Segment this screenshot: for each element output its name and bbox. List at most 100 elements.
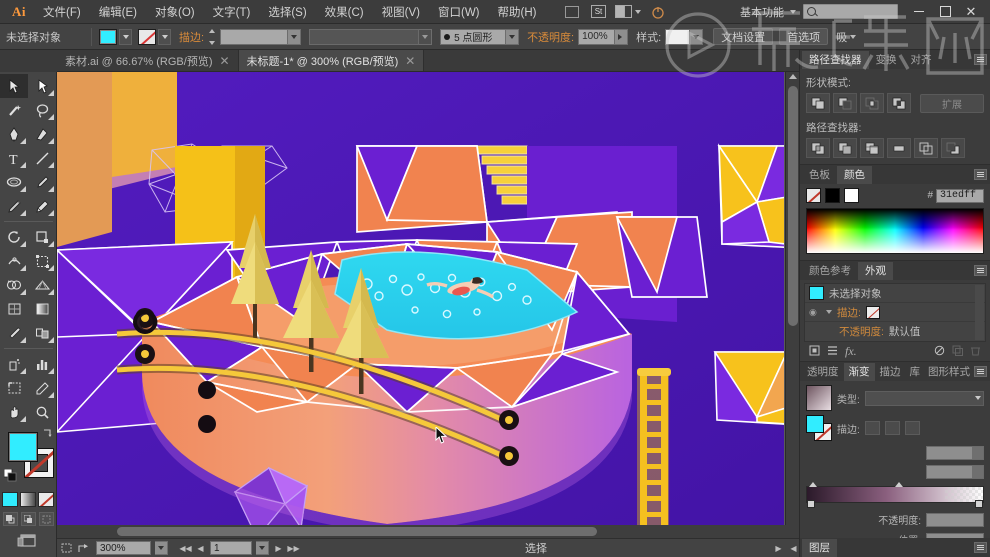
bridge-icon[interactable]	[561, 3, 583, 21]
pencil-tool[interactable]	[28, 194, 56, 218]
canvas-area[interactable]	[57, 72, 799, 537]
gradient-opacity-input[interactable]	[926, 512, 984, 527]
column-graph-tool[interactable]	[28, 352, 56, 376]
scroll-up-icon[interactable]	[789, 74, 797, 79]
tab-layers[interactable]: 图层	[802, 538, 837, 557]
gradient-type-select[interactable]	[864, 390, 984, 406]
duplicate-item-icon[interactable]	[952, 345, 963, 359]
tab-swatches[interactable]: 色板	[802, 165, 837, 184]
gradient-color-stop-start[interactable]	[807, 500, 815, 508]
eye-icon[interactable]: ◉	[809, 307, 821, 318]
pen-tool[interactable]	[0, 122, 28, 146]
line-segment-tool[interactable]	[28, 146, 56, 170]
brush-dropdown[interactable]	[506, 28, 520, 45]
gradient-opacity-stop-start[interactable]	[809, 482, 817, 487]
artboard-tool[interactable]	[0, 376, 28, 400]
appearance-target-row[interactable]: 未选择对象	[805, 284, 985, 303]
fill-swatch-button[interactable]	[99, 28, 117, 45]
prev-artboard-button[interactable]: ◀	[195, 542, 206, 555]
menu-help[interactable]: 帮助(H)	[489, 0, 546, 24]
artboard-number-field[interactable]: 1	[210, 541, 252, 555]
minimize-button[interactable]	[906, 2, 932, 22]
rotate-tool[interactable]	[0, 225, 28, 249]
tab-graphic-styles[interactable]: 图形样式	[924, 362, 974, 381]
panel-menu-icon[interactable]	[974, 169, 987, 180]
stroke-gradient-along-button[interactable]	[884, 421, 900, 435]
zoom-level-field[interactable]: 300%	[96, 541, 151, 555]
curvature-tool[interactable]	[28, 122, 56, 146]
vertical-scroll-thumb[interactable]	[788, 86, 798, 326]
perspective-grid-tool[interactable]	[28, 273, 56, 297]
fill-dropdown[interactable]	[119, 28, 132, 45]
stroke-gradient-across-button[interactable]	[904, 421, 920, 435]
close-icon[interactable]: ✕	[219, 55, 229, 67]
tab-pathfinder[interactable]: 路径查找器	[802, 50, 869, 69]
gradient-tool[interactable]	[28, 297, 56, 321]
fill-color-control[interactable]	[8, 432, 38, 462]
color-spectrum[interactable]	[806, 208, 984, 254]
color-mode-button[interactable]	[2, 492, 18, 507]
hand-tool[interactable]	[0, 400, 28, 424]
exclude-button[interactable]	[887, 93, 911, 113]
merge-button[interactable]	[860, 138, 884, 158]
close-button[interactable]: ✕	[958, 2, 984, 22]
slice-tool[interactable]	[28, 376, 56, 400]
none-swatch[interactable]	[806, 188, 821, 203]
shaper-tool[interactable]	[0, 194, 28, 218]
tab-color[interactable]: 颜色	[837, 165, 872, 184]
divide-button[interactable]	[806, 138, 830, 158]
none-mode-button[interactable]	[38, 492, 54, 507]
stock-icon[interactable]: St	[587, 3, 609, 21]
gradient-color-stop-end[interactable]	[975, 500, 983, 508]
stroke-color-swatch[interactable]	[865, 305, 880, 319]
add-new-stroke-icon[interactable]	[809, 345, 820, 359]
preferences-button[interactable]: 首选项	[779, 28, 829, 45]
tab-transparency[interactable]: 透明度	[802, 362, 844, 381]
gradient-ratio-input[interactable]	[926, 465, 984, 479]
default-fill-stroke-icon[interactable]	[3, 468, 17, 482]
menu-type[interactable]: 文字(T)	[204, 0, 260, 24]
direct-selection-tool[interactable]	[28, 74, 56, 98]
tab-stroke[interactable]: 描边	[874, 362, 906, 381]
appearance-opacity-row[interactable]: 不透明度: 默认值	[805, 322, 985, 341]
last-artboard-button[interactable]: ▶▶	[287, 542, 299, 555]
close-icon[interactable]: ✕	[405, 55, 415, 67]
style-dropdown[interactable]	[690, 28, 704, 45]
mesh-tool[interactable]	[0, 297, 28, 321]
crop-button[interactable]	[887, 138, 911, 158]
brush-definition-field[interactable]: 5 点圆形	[440, 28, 507, 45]
ellipse-tool[interactable]	[0, 170, 28, 194]
tab-library[interactable]: 库	[905, 362, 924, 381]
panel-menu-icon[interactable]	[974, 54, 987, 65]
gradient-opacity-stop-mid[interactable]	[895, 482, 903, 487]
panel-menu-icon[interactable]	[974, 542, 987, 553]
tab-gradient[interactable]: 渐变	[843, 362, 875, 381]
workspace-chevron-down-icon[interactable]	[790, 9, 796, 14]
artboard-number-dropdown[interactable]	[256, 541, 269, 555]
opacity-field[interactable]: 100%	[578, 28, 616, 45]
add-new-fill-icon[interactable]	[827, 345, 838, 359]
outline-button[interactable]	[914, 138, 938, 158]
scale-tool[interactable]	[28, 225, 56, 249]
artboard[interactable]	[57, 72, 784, 537]
magic-wand-tool[interactable]	[0, 98, 28, 122]
gradient-angle-input[interactable]	[926, 446, 984, 460]
tab-color-guide[interactable]: 颜色参考	[802, 261, 858, 280]
screen-mode-button[interactable]	[0, 533, 56, 549]
clear-appearance-icon[interactable]	[934, 345, 945, 359]
width-tool[interactable]	[0, 249, 28, 273]
stroke-profile-field[interactable]	[309, 28, 420, 45]
expand-button[interactable]: 扩展	[920, 93, 984, 113]
minus-front-button[interactable]	[833, 93, 857, 113]
gradient-mode-button[interactable]	[20, 492, 36, 507]
gradient-slider[interactable]	[806, 482, 984, 508]
power-icon[interactable]	[647, 3, 669, 21]
stroke-weight-field[interactable]	[220, 28, 289, 45]
trim-button[interactable]	[833, 138, 857, 158]
selection-tool[interactable]	[0, 74, 28, 98]
opacity-dropdown[interactable]	[615, 28, 629, 45]
delete-item-icon[interactable]	[970, 345, 981, 359]
search-input[interactable]	[803, 4, 898, 19]
draw-inside-button[interactable]	[38, 512, 54, 526]
first-artboard-button[interactable]: ◀◀	[179, 542, 191, 555]
